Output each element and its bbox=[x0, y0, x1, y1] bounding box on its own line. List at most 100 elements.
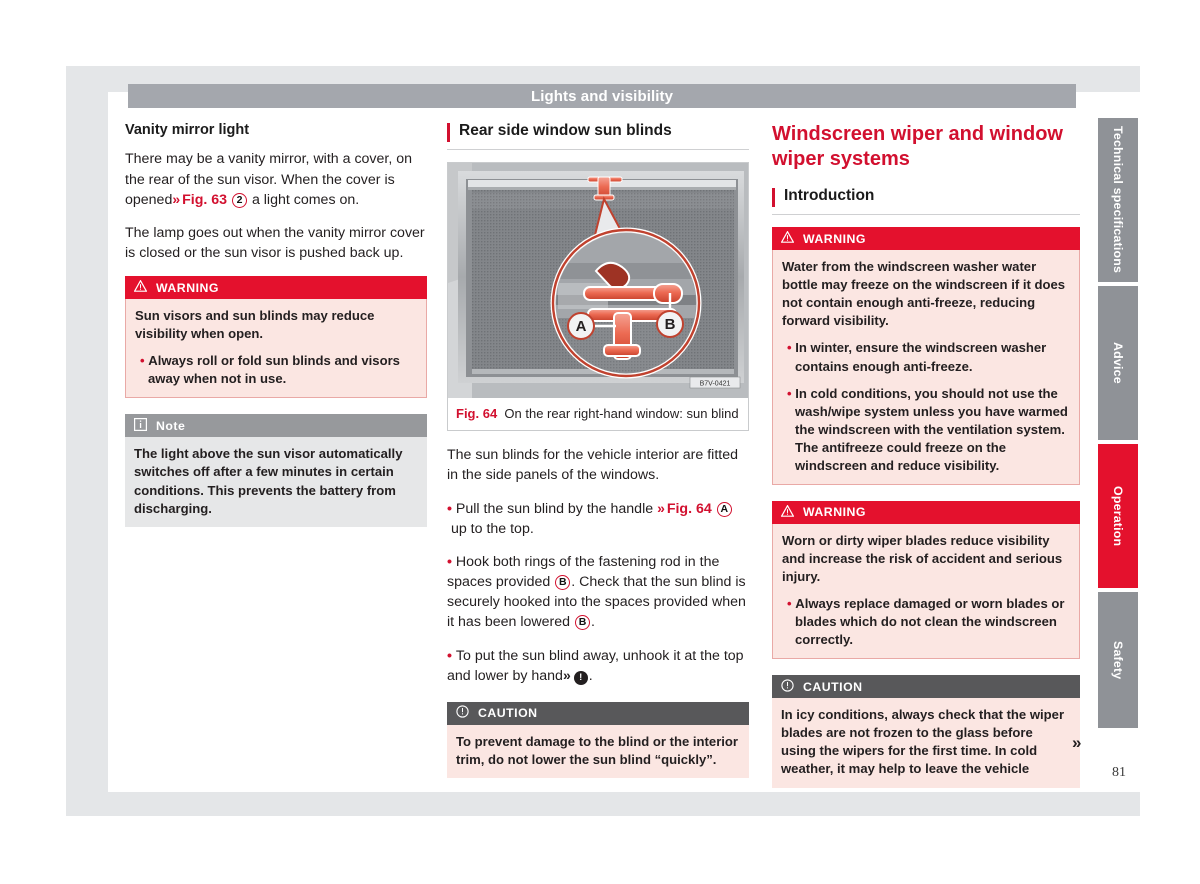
figure-64-caption-text: On the rear right-hand window: sun blind bbox=[504, 406, 739, 421]
warning-box-body: Water from the windscreen washer water b… bbox=[772, 250, 1080, 485]
warning-triangle-icon bbox=[780, 230, 795, 246]
caution-box-label: CAUTION bbox=[803, 679, 863, 694]
figure-64-number: Fig. 64 bbox=[456, 406, 498, 421]
warning-triangle-icon bbox=[133, 279, 148, 295]
sidebar-item-safety[interactable]: Safety bbox=[1098, 592, 1138, 728]
vanity-mirror-heading: Vanity mirror light bbox=[125, 122, 250, 138]
bullet-2-text-c: . bbox=[591, 614, 595, 631]
warning-box-bullet-1-text: Always replace damaged or worn blades or… bbox=[795, 596, 1065, 648]
sidebar-item-advice[interactable]: Advice bbox=[1098, 286, 1138, 440]
tab-label: Safety bbox=[1111, 640, 1125, 680]
warning-box-label: WARNING bbox=[803, 231, 866, 246]
paragraph-1-text-b: a light comes on. bbox=[251, 191, 360, 208]
warning-box-text: Water from the windscreen washer water b… bbox=[782, 259, 1066, 329]
introduction-heading: Introduction bbox=[772, 187, 1080, 216]
warning-box-bullet-1: • In winter, ensure the windscreen washe… bbox=[782, 339, 1070, 375]
callout-marker-a: A bbox=[716, 501, 732, 517]
callout-marker-b-2: B bbox=[575, 615, 590, 631]
vanity-mirror-paragraph-1: There may be a vanity mirror, with a cov… bbox=[125, 149, 427, 209]
left-column: Vanity mirror light There may be a vanit… bbox=[125, 122, 427, 543]
sidebar-item-operation[interactable]: Operation bbox=[1098, 444, 1138, 588]
chapter-title: Windscreen wiper and window wiper system… bbox=[772, 123, 1063, 170]
figure-image-code: B7V-0421 bbox=[700, 381, 731, 388]
callout-marker-b-1: B bbox=[555, 575, 571, 591]
fig-63-reference[interactable]: Fig. 63 bbox=[182, 192, 227, 208]
figure-callout-a: A bbox=[576, 318, 587, 335]
caution-box-text: In icy conditions, always check that the… bbox=[781, 707, 1065, 777]
red-accent-bar bbox=[772, 188, 775, 208]
figure-callout-b: B bbox=[665, 316, 676, 333]
introduction-heading-text: Introduction bbox=[784, 187, 875, 205]
running-header-title: Lights and visibility bbox=[530, 87, 674, 105]
caution-box-sun-blind: CAUTION To prevent damage to the blind o… bbox=[447, 701, 749, 778]
tab-label: Operation bbox=[1111, 485, 1125, 547]
warning-box-text: Sun visors and sun blinds may reduce vis… bbox=[135, 308, 375, 342]
note-box-text: The light above the sun visor automatica… bbox=[134, 446, 403, 516]
cross-ref-chevron-icon: » bbox=[172, 190, 180, 207]
sidebar-item-technical-specifications[interactable]: Technical specifications bbox=[1098, 118, 1138, 282]
right-column: Windscreen wiper and window wiper system… bbox=[772, 122, 1080, 804]
caution-box-icy-conditions: CAUTION In icy conditions, always check … bbox=[772, 675, 1080, 788]
bullet-dot-icon: • bbox=[447, 500, 452, 517]
warning-box-washer-freeze: WARNING Water from the windscreen washer… bbox=[772, 227, 1080, 485]
tab-label: Technical specifications bbox=[1111, 126, 1125, 274]
figure-64-image: A B B7V-0421 bbox=[448, 163, 748, 398]
sun-blinds-bullet-3: • To put the sun blind away, unhook it a… bbox=[447, 647, 744, 685]
sun-blinds-bullet-1: • Pull the sun blind by the handle » Fig… bbox=[447, 499, 749, 539]
warning-box-header: WARNING bbox=[772, 500, 1080, 524]
warning-box-bullet-1-text: Always roll or fold sun blinds and visor… bbox=[148, 353, 400, 387]
warning-box-body: Sun visors and sun blinds may reduce vis… bbox=[125, 299, 427, 399]
figure-64-caption: Fig. 64 On the rear right-hand window: s… bbox=[448, 398, 748, 430]
warning-box-header: WARNING bbox=[772, 227, 1080, 251]
fig-64-reference[interactable]: Fig. 64 bbox=[667, 501, 712, 517]
vanity-mirror-paragraph-2: The lamp goes out when the vanity mirror… bbox=[125, 224, 425, 262]
caution-circle-icon bbox=[781, 679, 794, 695]
warning-box-label: WARNING bbox=[156, 280, 219, 295]
cross-ref-chevron-icon: » bbox=[562, 666, 571, 683]
warning-box-text: Worn or dirty wiper blades reduce visibi… bbox=[782, 532, 1063, 584]
warning-box-bullet-1-text: In winter, ensure the windscreen washer … bbox=[795, 340, 1047, 374]
warning-box-wiper-blades: WARNING Worn or dirty wiper blades reduc… bbox=[772, 500, 1080, 660]
warning-box-bullet-1: • Always replace damaged or worn blades … bbox=[782, 595, 1070, 649]
note-box-label: Note bbox=[156, 418, 186, 433]
note-box-header: Note bbox=[125, 414, 427, 438]
warning-box-bullet-2: • In cold conditions, you should not use… bbox=[782, 385, 1070, 475]
figure-64: A B B7V-0421 Fig. 64 On the rear right-h… bbox=[447, 162, 749, 432]
bullet-dot-icon: • bbox=[447, 553, 452, 570]
bullet-1-text-a: Pull the sun blind by the handle bbox=[455, 500, 654, 517]
info-icon bbox=[134, 417, 148, 434]
sun-blinds-heading-text: Rear side window sun blinds bbox=[459, 122, 672, 139]
note-box-sun-visor-light: Note The light above the sun visor autom… bbox=[125, 414, 427, 527]
bullet-dot-icon: • bbox=[447, 647, 452, 664]
bullet-dot-icon: • bbox=[787, 596, 792, 612]
warning-box-bullet-1: • Always roll or fold sun blinds and vis… bbox=[135, 352, 417, 388]
bullet-dot-icon: • bbox=[140, 353, 145, 369]
page-number: 81 bbox=[1112, 765, 1126, 780]
warning-box-body: Worn or dirty wiper blades reduce visibi… bbox=[772, 523, 1080, 660]
caution-marker-icon: ! bbox=[573, 670, 588, 685]
running-header: Lights and visibility bbox=[128, 84, 1076, 108]
bullet-3-text-a: To put the sun blind away, unhook it at … bbox=[447, 647, 744, 684]
bullet-dot-icon: • bbox=[787, 340, 792, 356]
cross-ref-chevron-icon: » bbox=[657, 499, 665, 516]
continuation-arrow-icon: » bbox=[1072, 733, 1082, 752]
sun-blinds-heading: Rear side window sun blinds bbox=[447, 122, 749, 150]
caution-circle-icon bbox=[456, 705, 469, 721]
note-box-body: The light above the sun visor automatica… bbox=[125, 437, 427, 527]
bullet-1-text-b: up to the top. bbox=[450, 520, 534, 537]
caution-box-body: To prevent damage to the blind or the in… bbox=[447, 724, 749, 778]
tab-label: Advice bbox=[1111, 342, 1125, 384]
red-accent-bar bbox=[447, 123, 450, 142]
warning-box-header: WARNING bbox=[125, 276, 427, 300]
manual-page-screenshot: Lights and visibility Vanity mirror ligh… bbox=[0, 0, 1200, 884]
caution-box-body: In icy conditions, always check that the… bbox=[772, 698, 1080, 788]
middle-column: Rear side window sun blinds A B B7V-0421… bbox=[447, 122, 749, 794]
caution-box-header: CAUTION bbox=[772, 675, 1080, 699]
sun-blinds-bullet-2: • Hook both rings of the fastening rod i… bbox=[447, 552, 749, 633]
caution-box-header: CAUTION bbox=[447, 701, 749, 725]
warning-box-label: WARNING bbox=[803, 505, 866, 520]
warning-box-bullet-2-text: In cold conditions, you should not use t… bbox=[795, 385, 1068, 473]
caution-box-text: To prevent damage to the blind or the in… bbox=[456, 733, 739, 767]
sun-blind-illustration: A B B7V-0421 bbox=[448, 163, 748, 398]
bullet-dot-icon: • bbox=[787, 385, 792, 401]
